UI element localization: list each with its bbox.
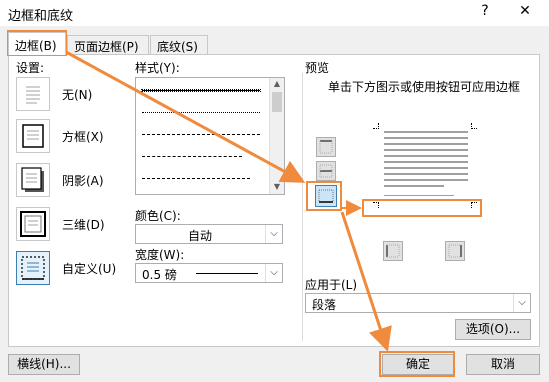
preview-text-line — [384, 155, 468, 157]
color-select[interactable]: 自动 ⌵ — [135, 224, 283, 244]
border-3d-icon — [16, 207, 50, 241]
border-none-icon — [16, 77, 50, 111]
style-scrollbar[interactable]: ▲ ▼ — [269, 78, 284, 194]
highlight-bottom-border-preview — [362, 199, 482, 217]
document-preview[interactable] — [373, 123, 477, 208]
apply-to-label: 应用于(L) — [305, 278, 358, 292]
width-line-sample — [196, 273, 258, 274]
chevron-down-icon[interactable]: ⌵ — [265, 225, 282, 243]
chevron-down-icon[interactable]: ⌵ — [265, 264, 282, 282]
right-border-button[interactable] — [445, 241, 465, 261]
corner-mark — [373, 123, 379, 129]
setting-custom-label: 自定义(U) — [62, 262, 117, 276]
options-button[interactable]: 选项(O)... — [455, 319, 531, 340]
preview-text-line — [384, 137, 468, 139]
width-value: 0.5 磅 — [142, 268, 177, 282]
style-list[interactable]: ▲ ▼ — [135, 77, 285, 195]
corner-mark — [471, 123, 477, 129]
highlight-bottom-border-button — [306, 181, 342, 211]
tab-shading[interactable]: 底纹(S) — [150, 35, 208, 54]
preview-text-line — [384, 167, 468, 169]
help-button[interactable]: ? — [470, 3, 500, 23]
preview-text-line — [384, 161, 468, 163]
color-label: 颜色(C): — [135, 209, 181, 223]
apply-to-value: 段落 — [312, 298, 337, 312]
width-select[interactable]: 0.5 磅 ⌵ — [135, 263, 283, 283]
style-option-solid[interactable] — [141, 89, 261, 92]
setting-shadow-label: 阴影(A) — [62, 174, 104, 188]
highlight-ok-button — [379, 351, 455, 377]
width-label: 宽度(W): — [135, 248, 185, 262]
horizontal-line-button[interactable]: 横线(H)... — [8, 354, 80, 375]
cancel-button[interactable]: 取消 — [466, 354, 540, 375]
scroll-down-icon[interactable]: ▼ — [272, 182, 282, 192]
preview-text-line — [384, 179, 468, 181]
border-custom-icon — [16, 251, 50, 285]
preview-text-line — [384, 149, 468, 151]
preview-text-line — [384, 185, 444, 187]
setting-box-label: 方框(X) — [62, 130, 104, 144]
color-value: 自动 — [188, 229, 213, 243]
scroll-thumb[interactable] — [272, 92, 282, 112]
tab-borders[interactable]: 边框(B) — [8, 32, 66, 55]
apply-to-select[interactable]: 段落 ⌵ — [305, 293, 531, 313]
setting-none-label: 无(N) — [62, 88, 93, 102]
preview-text-line — [384, 143, 468, 145]
preview-text-line — [384, 173, 468, 175]
preview-text-line — [384, 131, 468, 133]
style-title: 样式(Y): — [135, 61, 180, 75]
window-title: 边框和底纹 — [8, 9, 74, 24]
scroll-up-icon[interactable]: ▲ — [272, 79, 282, 89]
chevron-down-icon[interactable]: ⌵ — [513, 294, 530, 312]
close-button[interactable]: ✕ — [510, 3, 540, 23]
style-option-dash-dot[interactable] — [142, 178, 250, 179]
title-bar: 边框和底纹 ? ✕ — [0, 0, 549, 26]
inside-border-button[interactable] — [316, 161, 336, 181]
style-option-dotted[interactable] — [142, 112, 260, 113]
preview-text-line — [384, 195, 454, 196]
style-option-dashed-small[interactable] — [142, 134, 260, 135]
style-option-dashed[interactable] — [142, 156, 242, 157]
group-separator — [302, 73, 303, 341]
preview-title: 预览 — [305, 61, 330, 75]
top-border-button[interactable] — [316, 137, 336, 157]
border-box-icon — [16, 119, 50, 153]
tab-page-borders[interactable]: 页面边框(P) — [67, 35, 149, 54]
setting-3d-label: 三维(D) — [62, 218, 105, 232]
settings-title: 设置: — [16, 61, 45, 75]
border-shadow-icon — [16, 163, 50, 197]
left-border-button[interactable] — [383, 241, 403, 261]
preview-hint: 单击下方图示或使用按钮可应用边框 — [327, 80, 520, 94]
